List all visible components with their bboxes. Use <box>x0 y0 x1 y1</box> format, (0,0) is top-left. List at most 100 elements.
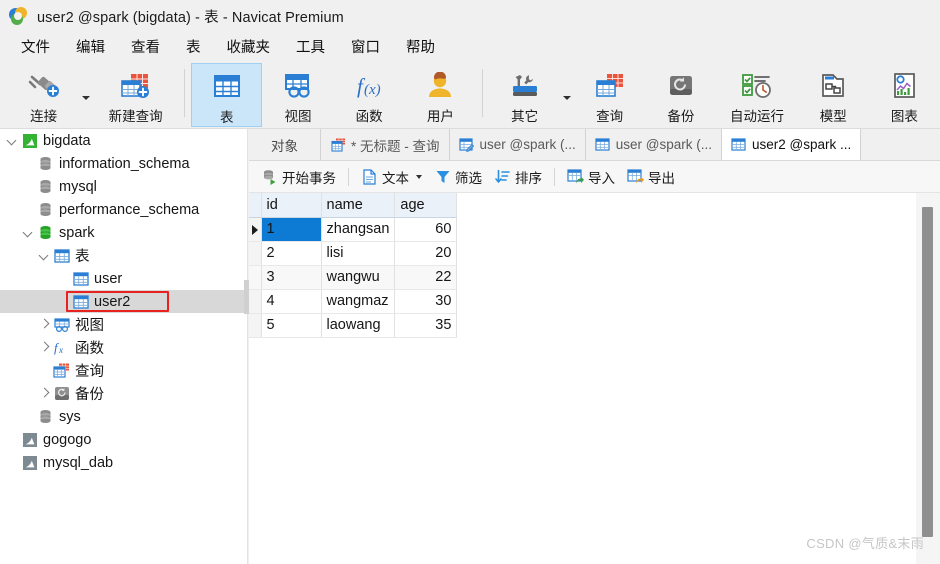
ribbon-button-function[interactable]: f (x) 函数 <box>334 63 405 127</box>
sort-icon <box>494 168 511 185</box>
ribbon-button-view[interactable]: 视图 <box>262 63 333 127</box>
database-gray-icon <box>36 405 55 428</box>
tree-item-mysql-dab[interactable]: mysql_dab <box>0 451 247 474</box>
tree-item-backups-folder[interactable]: 备份 <box>0 382 247 405</box>
tab-label: user2 @spark ... <box>751 137 852 152</box>
connection-icon <box>27 68 61 104</box>
table-row[interactable]: 4 wangmaz 30 <box>249 289 458 314</box>
cell-id[interactable]: 2 <box>261 241 322 266</box>
ribbon-button-table[interactable]: 表 <box>191 63 263 127</box>
tree-item-gogogo[interactable]: gogogo <box>0 428 247 451</box>
query-icon <box>593 68 627 104</box>
tree-item-table-user2[interactable]: user2 <box>0 290 247 313</box>
import-button[interactable]: 导入 <box>561 164 621 190</box>
window-title: user2 @spark (bigdata) - 表 - Navicat Pre… <box>37 9 344 26</box>
tab-user-spark-data[interactable]: user @spark (... <box>586 129 722 160</box>
sort-button[interactable]: 排序 <box>488 164 548 190</box>
connection-dropdown-caret-icon[interactable] <box>79 61 93 125</box>
vertical-scrollbar[interactable] <box>916 193 940 564</box>
tree-label: 查询 <box>75 364 104 380</box>
tree-item-sys[interactable]: sys <box>0 405 247 428</box>
chevron-down-icon[interactable] <box>36 244 52 267</box>
cell-name[interactable]: zhangsan <box>321 217 396 242</box>
tree-item-queries-folder[interactable]: 查询 <box>0 359 247 382</box>
chevron-right-icon[interactable] <box>36 382 52 405</box>
tree-item-table-user[interactable]: user <box>0 267 247 290</box>
ribbon-button-chart[interactable]: 图表 <box>869 63 940 127</box>
other-dropdown-caret-icon[interactable] <box>560 61 574 125</box>
data-toolbar: 开始事务 文本 筛选 排序 导入 导出 <box>249 161 940 193</box>
tree-item-information-schema[interactable]: information_schema <box>0 152 247 175</box>
menu-file[interactable]: 文件 <box>8 33 63 60</box>
cell-age[interactable]: 20 <box>394 241 458 266</box>
cell-name[interactable]: wangwu <box>321 265 396 290</box>
function-fx-icon: f (x) <box>351 68 387 104</box>
ribbon-button-other[interactable]: 其它 <box>489 63 560 127</box>
tab-label: * 无标题 - 查询 <box>351 138 440 154</box>
ribbon-button-backup[interactable]: 备份 <box>645 63 716 127</box>
tree-item-spark[interactable]: spark <box>0 221 247 244</box>
cell-id[interactable]: 1 <box>261 217 322 242</box>
begin-transaction-button[interactable]: 开始事务 <box>255 164 342 190</box>
cell-name[interactable]: wangmaz <box>321 289 396 314</box>
table-row[interactable]: 3 wangwu 22 <box>249 265 458 290</box>
menu-tools[interactable]: 工具 <box>283 33 338 60</box>
chevron-right-icon[interactable] <box>36 313 52 336</box>
cell-id[interactable]: 3 <box>261 265 322 290</box>
cell-name[interactable]: laowang <box>321 313 396 338</box>
cell-age[interactable]: 35 <box>394 313 458 338</box>
ribbon-label-table: 表 <box>219 110 234 125</box>
ribbon-button-model[interactable]: 模型 <box>798 63 869 127</box>
export-button[interactable]: 导出 <box>621 164 681 190</box>
menu-view[interactable]: 查看 <box>118 33 173 60</box>
ribbon-button-connection[interactable]: 连接 <box>8 63 79 127</box>
tab-user2-spark-data[interactable]: user2 @spark ... <box>721 129 862 160</box>
chevron-down-icon[interactable] <box>4 129 20 152</box>
cell-age[interactable]: 30 <box>394 289 458 314</box>
tree-item-performance-schema[interactable]: performance_schema <box>0 198 247 221</box>
cell-name[interactable]: lisi <box>321 241 396 266</box>
tab-user-spark-designer[interactable]: user @spark (... <box>450 129 586 160</box>
tree-item-views-folder[interactable]: 视图 <box>0 313 247 336</box>
menu-favorites[interactable]: 收藏夹 <box>214 33 284 60</box>
column-header-id[interactable]: id <box>261 193 322 218</box>
menu-edit[interactable]: 编辑 <box>63 33 118 60</box>
chevron-down-icon[interactable] <box>20 221 36 244</box>
ribbon-label-function: 函数 <box>355 109 383 124</box>
column-header-name[interactable]: name <box>321 193 396 218</box>
filter-button[interactable]: 筛选 <box>428 164 488 190</box>
other-tools-icon <box>509 68 541 104</box>
menu-window[interactable]: 窗口 <box>338 33 393 60</box>
database-tree-sidebar[interactable]: bigdata information_schema mysql perform… <box>0 129 248 564</box>
chevron-right-icon[interactable] <box>36 336 52 359</box>
cell-age[interactable]: 60 <box>394 217 458 242</box>
text-button[interactable]: 文本 <box>355 164 428 190</box>
ribbon-button-new-query[interactable]: 新建查询 <box>93 63 178 127</box>
backup-folder-icon <box>52 382 71 405</box>
tab-objects[interactable]: 对象 <box>249 129 321 160</box>
cell-id[interactable]: 5 <box>261 313 322 338</box>
tree-item-functions-folder[interactable]: fx 函数 <box>0 336 247 359</box>
ribbon-label-new-query: 新建查询 <box>108 109 163 124</box>
table-icon <box>731 137 747 153</box>
ribbon-button-automation[interactable]: 自动运行 <box>716 63 797 127</box>
table-row[interactable]: 5 laowang 35 <box>249 313 458 338</box>
menu-help[interactable]: 帮助 <box>393 33 448 60</box>
connection-mysql-icon <box>20 451 39 474</box>
import-icon <box>567 168 584 185</box>
table-row[interactable]: 1 zhangsan 60 <box>249 217 458 242</box>
ribbon-button-user[interactable]: 用户 <box>405 63 476 127</box>
data-grid[interactable]: id name age 1 zhangsan 60 2 lisi 20 3 wa… <box>249 193 940 564</box>
text-dropdown-caret-icon[interactable] <box>416 174 422 179</box>
cell-age[interactable]: 22 <box>394 265 458 290</box>
tree-item-tables-folder[interactable]: 表 <box>0 244 247 267</box>
tab-untitled-query[interactable]: * 无标题 - 查询 <box>321 129 450 160</box>
ribbon-button-query[interactable]: 查询 <box>574 63 645 127</box>
column-header-age[interactable]: age <box>394 193 458 218</box>
tree-item-mysql[interactable]: mysql <box>0 175 247 198</box>
table-row[interactable]: 2 lisi 20 <box>249 241 458 266</box>
cell-id[interactable]: 4 <box>261 289 322 314</box>
scrollbar-thumb[interactable] <box>922 207 933 537</box>
tree-item-bigdata[interactable]: bigdata <box>0 129 247 152</box>
menu-table[interactable]: 表 <box>173 33 214 60</box>
